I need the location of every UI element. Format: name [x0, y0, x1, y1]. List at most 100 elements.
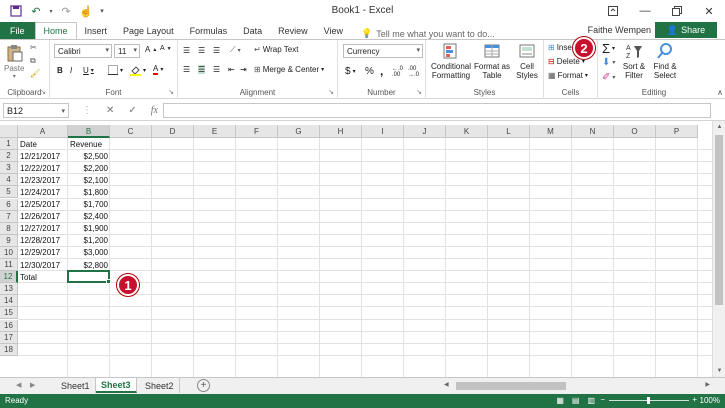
cell-styles-button[interactable]: Cell Styles [512, 42, 542, 80]
row-header-3[interactable]: 3 [0, 162, 18, 175]
cell-b3[interactable]: $2,200 [68, 162, 110, 174]
cell-b8[interactable]: $1,900 [68, 223, 110, 235]
cell-a8[interactable]: 12/27/2017 [18, 223, 68, 235]
clipboard-launcher-icon[interactable]: ↘ [40, 88, 46, 96]
collapse-ribbon-icon[interactable]: ∧ [717, 88, 723, 97]
top-align-icon[interactable]: ☰ [183, 46, 190, 55]
horizontal-scrollbar[interactable]: ◀ ▶ [444, 381, 710, 391]
undo-icon[interactable]: ↶ [28, 3, 44, 19]
ribbon-display-options-icon[interactable] [597, 0, 629, 22]
cell-a1[interactable]: Date [18, 138, 68, 150]
redo-icon[interactable]: ↷ [58, 3, 74, 19]
merge-center-button[interactable]: ⊞ Merge & Center ▾ [254, 65, 324, 74]
row-header-10[interactable]: 10 [0, 246, 18, 259]
column-header-c[interactable]: C [110, 125, 152, 138]
orientation-icon[interactable]: ⟋ ▾ [230, 45, 241, 55]
restore-icon[interactable] [661, 0, 693, 22]
enter-icon[interactable]: ✓ [128, 105, 136, 116]
cell-b1[interactable]: Revenue [68, 138, 110, 150]
borders-icon[interactable]: ▾ [108, 65, 123, 75]
decrease-font-icon[interactable]: A ▼ [160, 45, 172, 52]
tell-me-box[interactable]: 💡 Tell me what you want to do... [351, 28, 495, 39]
row-header-6[interactable]: 6 [0, 198, 18, 211]
alignment-launcher-icon[interactable]: ↘ [328, 88, 334, 96]
copy-icon[interactable]: ⧉ [30, 56, 36, 66]
font-launcher-icon[interactable]: ↘ [168, 88, 174, 96]
cell-a12[interactable]: Total [18, 271, 68, 283]
increase-decimal-icon[interactable]: ←.0.00 [392, 66, 403, 78]
cell-a3[interactable]: 12/22/2017 [18, 162, 68, 174]
cell-b4[interactable]: $2,100 [68, 174, 110, 186]
increase-indent-icon[interactable]: ⇥ [240, 65, 247, 74]
column-header-b[interactable]: B [68, 125, 110, 138]
undo-dropdown-icon[interactable]: ▾ [48, 3, 54, 19]
bold-button[interactable]: B [57, 66, 63, 75]
column-header-l[interactable]: L [488, 125, 530, 138]
paste-button[interactable]: Paste ▾ [4, 44, 24, 82]
scroll-down-icon[interactable]: ▼ [713, 365, 725, 377]
name-box[interactable]: B12 ▾ [3, 103, 69, 118]
user-name[interactable]: Faithe Wempen [588, 25, 651, 35]
cell-a10[interactable]: 12/29/2017 [18, 247, 68, 259]
tab-data[interactable]: Data [235, 22, 270, 39]
tab-review[interactable]: Review [270, 22, 316, 39]
horizontal-scroll-thumb[interactable] [456, 382, 566, 390]
fill-icon[interactable]: ⬇ ▾ [602, 57, 615, 68]
format-painter-icon[interactable]: 🖌 [30, 69, 40, 78]
zoom-slider[interactable] [609, 397, 689, 404]
cell-a4[interactable]: 12/23/2017 [18, 174, 68, 186]
zoom-out-icon[interactable]: − [600, 395, 605, 404]
cell-b10[interactable]: $3,000 [68, 247, 110, 259]
row-header-11[interactable]: 11 [0, 259, 18, 272]
row-header-4[interactable]: 4 [0, 174, 18, 187]
cancel-icon[interactable]: ✕ [106, 105, 114, 116]
font-color-icon[interactable]: A ▾ [153, 64, 163, 75]
fill-handle[interactable] [106, 279, 111, 285]
number-format-combo[interactable]: Currency ▾ [343, 44, 423, 58]
wrap-text-button[interactable]: ↵ Wrap Text [254, 45, 298, 54]
column-header-g[interactable]: G [278, 125, 320, 138]
decrease-decimal-icon[interactable]: .00 →.0 [408, 66, 419, 78]
number-launcher-icon[interactable]: ↘ [416, 88, 422, 96]
align-center-icon[interactable]: ☰ [198, 65, 206, 74]
select-all-corner[interactable] [0, 125, 18, 138]
zoom-slider-knob[interactable] [647, 397, 650, 404]
row-header-18[interactable]: 18 [0, 343, 18, 356]
fill-color-icon[interactable]: ▾ [130, 65, 146, 76]
tab-home[interactable]: Home [34, 22, 77, 39]
sheet-tab-sheet1[interactable]: Sheet1 [56, 378, 96, 393]
column-header-k[interactable]: K [446, 125, 488, 138]
selected-cell-outline[interactable] [67, 270, 111, 285]
row-header-14[interactable]: 14 [0, 295, 18, 308]
format-cells-button[interactable]: ▦ Format ▾ [548, 71, 588, 80]
column-header-f[interactable]: F [236, 125, 278, 138]
font-name-combo[interactable]: Calibri ▾ [54, 44, 112, 58]
cell-a7[interactable]: 12/26/2017 [18, 211, 68, 223]
conditional-formatting-button[interactable]: Conditional Formatting [429, 42, 473, 80]
insert-function-icon[interactable]: fx [151, 105, 158, 116]
scroll-right-icon[interactable]: ▶ [705, 381, 710, 388]
row-header-7[interactable]: 7 [0, 210, 18, 223]
scroll-left-icon[interactable]: ◀ [444, 381, 449, 388]
new-sheet-button[interactable]: + [197, 379, 210, 392]
tab-file[interactable]: File [0, 22, 35, 39]
tab-page-layout[interactable]: Page Layout [115, 22, 182, 39]
cell-a6[interactable]: 12/25/2017 [18, 199, 68, 211]
row-header-13[interactable]: 13 [0, 283, 18, 296]
vertical-scrollbar[interactable]: ▲ ▼ [712, 121, 725, 377]
increase-font-icon[interactable]: A ▲ [145, 45, 157, 54]
row-header-12[interactable]: 12 [0, 271, 18, 284]
vertical-scroll-thumb[interactable] [715, 135, 723, 305]
cell-b9[interactable]: $1,200 [68, 235, 110, 247]
format-as-table-button[interactable]: Format as Table [474, 42, 510, 80]
align-right-icon[interactable]: ☰ [213, 65, 220, 74]
cell-a2[interactable]: 12/21/2017 [18, 150, 68, 162]
scroll-up-icon[interactable]: ▲ [713, 121, 725, 133]
normal-view-icon[interactable]: ▦ [556, 396, 564, 405]
sheet-tab-sheet2[interactable]: Sheet2 [140, 378, 180, 393]
row-header-17[interactable]: 17 [0, 331, 18, 344]
cell-a5[interactable]: 12/24/2017 [18, 186, 68, 198]
align-left-icon[interactable]: ☰ [183, 65, 190, 74]
find-select-button[interactable]: Find & Select [650, 42, 680, 80]
save-icon[interactable] [8, 3, 24, 19]
